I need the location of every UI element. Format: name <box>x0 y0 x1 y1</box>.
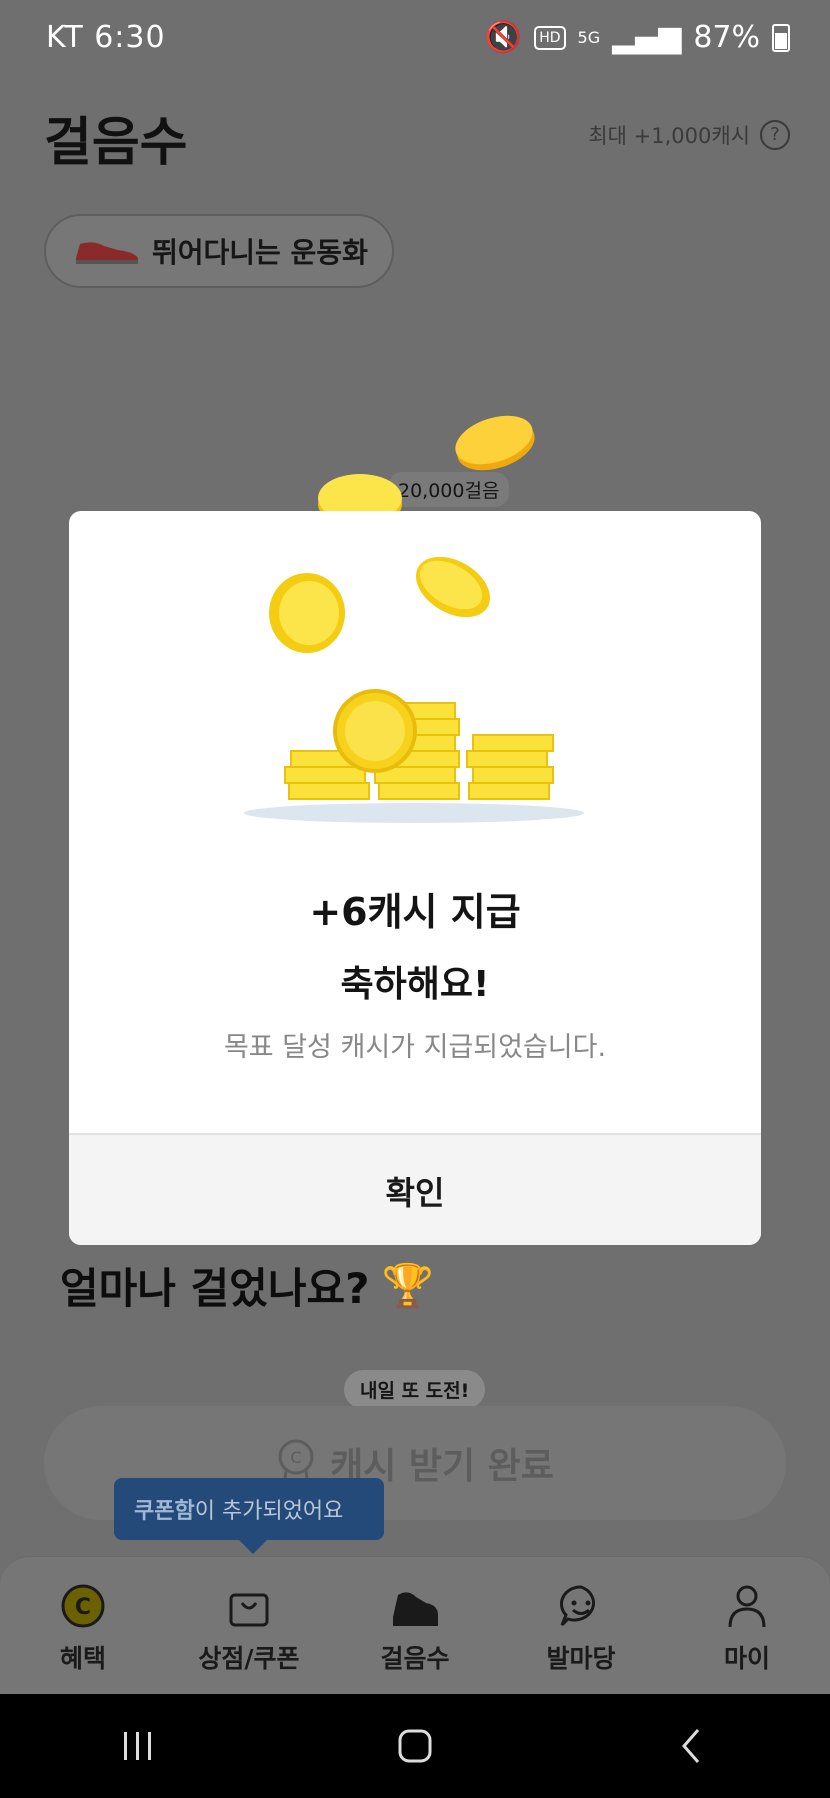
max-cash-label: 최대 +1,000캐시 <box>588 124 750 148</box>
status-bar: KT 6:30 🔇 HD 5G ▂▄▆ 87% <box>0 0 830 80</box>
sneaker-icon <box>393 1592 438 1626</box>
signal-icon: ▂▄▆ <box>612 20 682 55</box>
shopping-bag-icon <box>229 1593 269 1627</box>
modal-title: +6캐시 지급 <box>309 890 521 934</box>
nav-label: 발마당 <box>546 1644 616 1673</box>
nav-label: 상점/쿠폰 <box>198 1644 300 1673</box>
chat-smile-icon <box>559 1585 595 1627</box>
question-icon[interactable]: ? <box>760 120 790 150</box>
battery-text: 87% <box>693 20 760 55</box>
system-nav-bar <box>0 1694 830 1798</box>
trophy-icon: 🏆 <box>381 1260 434 1310</box>
sneaker-red-icon <box>76 242 138 264</box>
recent-apps-icon[interactable] <box>118 1726 158 1766</box>
section-title: 얼마나 걸었나요? 🏆 <box>60 1255 434 1316</box>
carrier-time: KT 6:30 <box>46 20 166 55</box>
svg-text:C: C <box>291 1448 302 1467</box>
coin-stack-illustration <box>244 556 584 823</box>
nav-label: 마이 <box>723 1644 770 1673</box>
home-icon[interactable] <box>395 1726 435 1766</box>
svg-text:C: C <box>75 1595 91 1620</box>
modal-subtitle: 축하해요! <box>340 964 490 1005</box>
person-icon <box>728 1585 766 1628</box>
status-icons: 🔇 HD 5G ▂▄▆ 87% <box>485 20 790 55</box>
nav-label: 혜택 <box>59 1644 106 1673</box>
nav-shop[interactable]: 상점/쿠폰 <box>166 1557 332 1695</box>
mute-icon: 🔇 <box>484 20 523 55</box>
nav-steps[interactable]: 걸음수 <box>332 1557 498 1695</box>
battery-icon <box>772 23 790 52</box>
reward-modal: +6캐시 지급 축하해요! 목표 달성 캐시가 지급되었습니다. 확인 <box>69 511 761 1245</box>
network-label: 5G <box>577 28 601 47</box>
toast-highlight: 쿠폰함 <box>134 1499 195 1524</box>
max-cash-info[interactable]: 최대 +1,000캐시 ? <box>588 120 790 150</box>
back-icon[interactable] <box>672 1726 712 1766</box>
shoe-chip-label: 뛰어다니는 운동화 <box>152 236 368 269</box>
confirm-button[interactable]: 확인 <box>69 1133 761 1245</box>
shoe-chip[interactable]: 뛰어다니는 운동화 <box>44 214 394 288</box>
section-title-text: 얼마나 걸었나요? <box>60 1264 370 1313</box>
toast-rest: 이 추가되었어요 <box>194 1499 344 1524</box>
bottom-nav: C 혜택 상점/쿠폰 걸음수 발마당 마이 <box>0 1556 830 1695</box>
cash-coin-icon: C <box>61 1584 105 1628</box>
nav-my[interactable]: 마이 <box>664 1557 830 1695</box>
challenge-bubble: 내일 또 도전! <box>344 1370 486 1409</box>
nav-community[interactable]: 발마당 <box>498 1557 664 1695</box>
hd-icon: HD <box>534 25 566 50</box>
nav-label: 걸음수 <box>380 1644 450 1673</box>
page-title: 걸음수 <box>44 113 188 173</box>
nav-benefits[interactable]: C 혜택 <box>0 1557 166 1695</box>
coupon-toast: 쿠폰함 이 추가되었어요 <box>114 1478 384 1554</box>
modal-description: 목표 달성 캐시가 지급되었습니다. <box>223 1032 607 1063</box>
